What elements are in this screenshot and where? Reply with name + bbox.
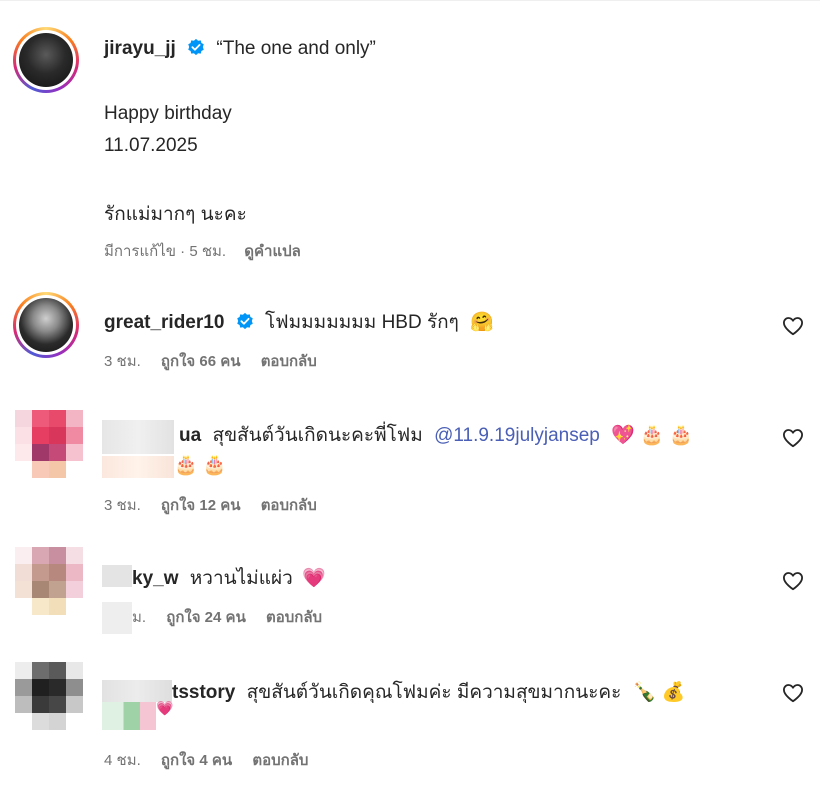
- comment-emoji-line: 🎂 🎂: [174, 455, 227, 476]
- reply-button[interactable]: ตอบกลับ: [252, 752, 308, 769]
- comment-avatar[interactable]: [13, 292, 79, 358]
- hug-emoji: 🤗: [470, 312, 494, 333]
- comment-likes[interactable]: ถูกใจ 4 คน: [161, 752, 232, 769]
- reply-button[interactable]: ตอบกลับ: [261, 497, 317, 514]
- comment-meta: ม. ถูกใจ 24 คน ตอบกลับ: [132, 605, 322, 629]
- comment-avatar[interactable]: [15, 547, 83, 615]
- caption-quote: “The one and only”: [216, 38, 376, 59]
- top-divider: [0, 0, 820, 1]
- heart-cake-emojis: 💖 🎂 🎂: [611, 425, 693, 446]
- avatar-photo: [19, 33, 73, 87]
- blurred-username: [102, 420, 174, 454]
- comment-emoji-line: 💗: [156, 700, 174, 716]
- heart-outline-icon[interactable]: [782, 428, 804, 448]
- heart-emoji: 💗: [302, 568, 326, 589]
- comment-avatar[interactable]: [15, 410, 83, 478]
- post-author-username[interactable]: jirayu_jj: [104, 38, 176, 59]
- edited-timestamp: มีการแก้ไข · 5 ชม.: [104, 243, 227, 260]
- reply-button[interactable]: ตอบกลับ: [261, 353, 317, 370]
- comment-username[interactable]: ky_w: [132, 568, 178, 589]
- blurred-area: [102, 602, 132, 634]
- comment-body: โฟมมมมมมม HBD รักๆ: [264, 312, 459, 333]
- comment-text-row: tsstory สุขสันต์วันเกิดคุณโฟมค่ะ มีความส…: [172, 677, 685, 707]
- mention-link[interactable]: @11.9.19julyjansep: [434, 425, 600, 446]
- comment-body: สุขสันต์วันเกิดคุณโฟมค่ะ มีความสุขมากนะค…: [246, 682, 622, 703]
- comment-time: 4 ชม.: [104, 752, 141, 769]
- avatar-photo: [19, 298, 73, 352]
- blurred-username: [102, 680, 172, 702]
- blurred-area: [102, 702, 156, 730]
- comment-meta: 3 ชม. ถูกใจ 66 คน ตอบกลับ: [104, 349, 317, 373]
- comment-meta: 3 ชม. ถูกใจ 12 คน ตอบกลับ: [104, 493, 317, 517]
- comment-time: 3 ชม.: [104, 497, 141, 514]
- heart-outline-icon[interactable]: [782, 316, 804, 336]
- blurred-username: [102, 565, 132, 587]
- comment-username[interactable]: great_rider10: [104, 312, 224, 333]
- verified-badge-icon: [188, 38, 204, 56]
- comment-body: สุขสันต์วันเกิดนะคะพี่โฟม: [212, 425, 423, 446]
- comment-meta: 4 ชม. ถูกใจ 4 คน ตอบกลับ: [104, 748, 308, 772]
- comment-likes[interactable]: ถูกใจ 66 คน: [161, 353, 241, 370]
- caption-line-3: รักแม่มากๆ นะคะ: [104, 204, 247, 225]
- comment-text-row: ua สุขสันต์วันเกิดนะคะพี่โฟม @11.9.19jul…: [179, 420, 693, 450]
- comment-text-row: ky_w หวานไม่แผ่ว 💗: [132, 563, 326, 593]
- verified-badge-icon: [236, 312, 253, 330]
- reply-button[interactable]: ตอบกลับ: [266, 609, 322, 626]
- comment-likes[interactable]: ถูกใจ 12 คน: [161, 497, 241, 514]
- see-translation-link[interactable]: ดูคำแปล: [244, 243, 301, 260]
- comment-body: หวานไม่แผ่ว: [189, 568, 293, 589]
- comment-username[interactable]: tsstory: [172, 682, 235, 703]
- post-author-avatar[interactable]: [13, 27, 79, 93]
- heart-outline-icon[interactable]: [782, 683, 804, 703]
- comment-likes[interactable]: ถูกใจ 24 คน: [166, 609, 246, 626]
- comment-username[interactable]: ua: [179, 425, 201, 446]
- comment-avatar[interactable]: [15, 662, 83, 730]
- caption-line-2: 11.07.2025: [104, 135, 198, 156]
- caption-line-1: Happy birthday: [104, 103, 232, 124]
- post-caption-header: jirayu_jj “The one and only”: [104, 38, 376, 60]
- comment-text-row: great_rider10 โฟมมมมมมม HBD รักๆ 🤗: [104, 307, 494, 337]
- blurred-area: [102, 456, 174, 478]
- heart-outline-icon[interactable]: [782, 571, 804, 591]
- post-meta: มีการแก้ไข · 5 ชม. ดูคำแปล: [104, 239, 301, 263]
- bottle-money-emojis: 🍾 💰: [632, 682, 686, 703]
- comment-time: 3 ชม.: [104, 353, 141, 370]
- comment-time: ม.: [132, 609, 147, 626]
